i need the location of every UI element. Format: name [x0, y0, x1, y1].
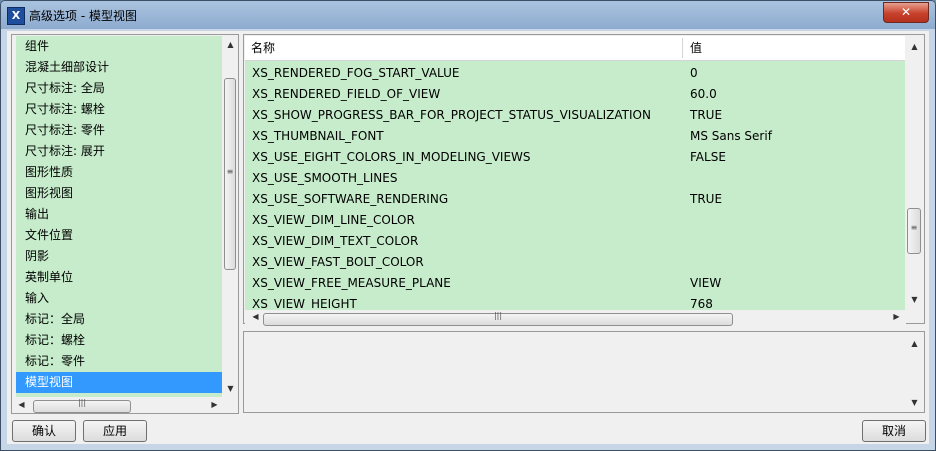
window-title: 高级选项 - 模型视图 [29, 9, 137, 23]
cell-value[interactable]: TRUE [690, 189, 722, 210]
table-row[interactable]: XS_VIEW_DIM_LINE_COLOR [245, 210, 905, 231]
category-item[interactable]: 文件位置 [16, 225, 222, 246]
grip-icon: ≡ [910, 223, 918, 232]
category-vscrollbar[interactable]: ▲ ≡ ▼ [223, 36, 237, 397]
category-item[interactable]: 尺寸标注: 展开 [16, 141, 222, 162]
grip-icon: ||| [493, 311, 503, 320]
cell-value[interactable]: MS Sans Serif [690, 126, 772, 147]
category-item[interactable]: 输入 [16, 288, 222, 309]
app-icon: X [7, 7, 25, 25]
category-item[interactable]: 尺寸标注: 全局 [16, 78, 222, 99]
table-row[interactable]: XS_SHOW_PROGRESS_BAR_FOR_PROJECT_STATUS_… [245, 105, 905, 126]
scroll-up-icon[interactable]: ▲ [906, 38, 923, 55]
table-row[interactable]: XS_VIEW_DIM_TEXT_COLOR [245, 231, 905, 252]
scroll-up-icon[interactable]: ▲ [906, 335, 923, 352]
category-item[interactable]: 尺寸标注: 零件 [16, 120, 222, 141]
cell-name: XS_USE_SMOOTH_LINES [252, 171, 398, 185]
category-item[interactable]: 图形视图 [16, 183, 222, 204]
scroll-down-icon[interactable]: ▼ [222, 380, 239, 397]
scroll-up-icon[interactable]: ▲ [222, 36, 239, 53]
category-item[interactable]: 输出 [16, 204, 222, 225]
category-item[interactable]: 阴影 [16, 246, 222, 267]
cell-name: XS_VIEW_FREE_MEASURE_PLANE [252, 276, 451, 290]
property-vscrollbar[interactable]: ▲ ≡ ▼ [906, 36, 922, 310]
table-row[interactable]: XS_USE_EIGHT_COLORS_IN_MODELING_VIEWS FAL… [245, 147, 905, 168]
cell-value[interactable]: 60.0 [690, 84, 717, 105]
table-row[interactable]: XS_RENDERED_FIELD_OF_VIEW 60.0 [245, 84, 905, 105]
category-item[interactable]: 标记：全局 [16, 309, 222, 330]
cell-name: XS_VIEW_DIM_LINE_COLOR [252, 213, 415, 227]
table-row[interactable]: XS_VIEW_FAST_BOLT_COLOR [245, 252, 905, 273]
dialog-client: 组件 混凝土细部设计 尺寸标注: 全局 尺寸标注: 螺栓 尺寸标注: 零件 尺寸标注: 展… [7, 31, 929, 444]
cell-value[interactable]: FALSE [690, 147, 726, 168]
cell-name: XS_VIEW_FAST_BOLT_COLOR [252, 255, 424, 269]
cell-name: XS_USE_EIGHT_COLORS_IN_MODELING_VIEWS [252, 150, 531, 164]
table-row[interactable]: XS_VIEW_HEIGHT 768 [245, 294, 905, 310]
cell-name: XS_RENDERED_FOG_START_VALUE [252, 66, 460, 80]
cell-name: XS_VIEW_DIM_TEXT_COLOR [252, 234, 419, 248]
grip-icon: ||| [77, 398, 87, 407]
property-vscroll-thumb[interactable]: ≡ [907, 208, 921, 254]
close-button[interactable]: ✕ [883, 2, 929, 23]
ok-button[interactable]: 确认 [12, 420, 76, 442]
category-item[interactable]: 组件 [16, 36, 222, 57]
table-row[interactable]: XS_USE_SMOOTH_LINES [245, 168, 905, 189]
title-bar[interactable]: X 高级选项 - 模型视图 ✕ [1, 1, 935, 29]
cancel-button[interactable]: 取消 [862, 420, 926, 442]
description-vscrollbar[interactable]: ▲ ▼ [906, 333, 922, 411]
table-row[interactable]: XS_RENDERED_FOG_START_VALUE 0 [245, 63, 905, 84]
category-hscroll-thumb[interactable]: ||| [33, 398, 131, 413]
cell-name: XS_RENDERED_FIELD_OF_VIEW [252, 87, 441, 101]
category-list[interactable]: 组件 混凝土细部设计 尺寸标注: 全局 尺寸标注: 螺栓 尺寸标注: 零件 尺寸标注: 展… [16, 36, 222, 397]
property-panel: 名称 值 XS_RENDERED_FOG_START_VALUE 0 XS_REND… [243, 34, 925, 326]
scroll-down-icon[interactable]: ▼ [906, 291, 923, 308]
cell-value[interactable]: VIEW [690, 273, 721, 294]
scroll-right-icon[interactable]: ▶ [888, 308, 905, 325]
scroll-left-icon[interactable]: ◀ [247, 308, 264, 325]
property-hscrollbar[interactable]: ◀ ||| ▶ [245, 308, 906, 326]
apply-button[interactable]: 应用 [83, 420, 147, 442]
column-divider[interactable] [682, 38, 683, 58]
cell-name: XS_VIEW_HEIGHT [252, 297, 357, 310]
table-header: 名称 值 [245, 36, 905, 61]
table-row[interactable]: XS_VIEW_FREE_MEASURE_PLANE VIEW [245, 273, 905, 294]
category-item[interactable]: 图形性质 [16, 162, 222, 183]
cell-value[interactable]: TRUE [690, 105, 722, 126]
description-area[interactable]: ▲ ▼ [243, 331, 925, 413]
category-item[interactable]: 英制单位 [16, 267, 222, 288]
category-hscrollbar[interactable]: ◀ ||| ▶ [13, 396, 223, 413]
table-row[interactable]: XS_THUMBNAIL_FONT MS Sans Serif [245, 126, 905, 147]
dialog-window: X 高级选项 - 模型视图 ✕ 组件 混凝土细部设计 尺寸标注: 全局 尺寸标注: 螺… [0, 0, 936, 451]
scroll-left-icon[interactable]: ◀ [13, 396, 30, 413]
table-row[interactable]: XS_USE_SOFTWARE_RENDERING TRUE [245, 189, 905, 210]
cell-value[interactable]: 768 [690, 294, 713, 310]
scroll-down-icon[interactable]: ▼ [906, 394, 923, 411]
category-panel: 组件 混凝土细部设计 尺寸标注: 全局 尺寸标注: 螺栓 尺寸标注: 零件 尺寸标注: 展… [11, 34, 239, 414]
category-item[interactable]: 标记：零件 [16, 351, 222, 372]
category-item[interactable]: 模型视图 [16, 372, 222, 393]
grip-icon: ≡ [226, 167, 234, 176]
category-vscroll-thumb[interactable]: ≡ [224, 78, 236, 270]
cell-name: XS_SHOW_PROGRESS_BAR_FOR_PROJECT_STATUS_… [252, 108, 651, 122]
cell-name: XS_THUMBNAIL_FONT [252, 129, 384, 143]
category-item[interactable]: 尺寸标注: 螺栓 [16, 99, 222, 120]
category-item[interactable]: 混凝土细部设计 [16, 57, 222, 78]
property-hscroll-thumb[interactable]: ||| [263, 311, 733, 326]
column-header-name[interactable]: 名称 [251, 36, 275, 60]
property-table[interactable]: 名称 值 XS_RENDERED_FOG_START_VALUE 0 XS_REND… [245, 36, 905, 310]
cell-value[interactable]: 0 [690, 63, 698, 84]
column-header-value[interactable]: 值 [690, 36, 702, 60]
scroll-right-icon[interactable]: ▶ [206, 396, 223, 413]
category-item[interactable]: 标记：螺栓 [16, 330, 222, 351]
cell-name: XS_USE_SOFTWARE_RENDERING [252, 192, 449, 206]
